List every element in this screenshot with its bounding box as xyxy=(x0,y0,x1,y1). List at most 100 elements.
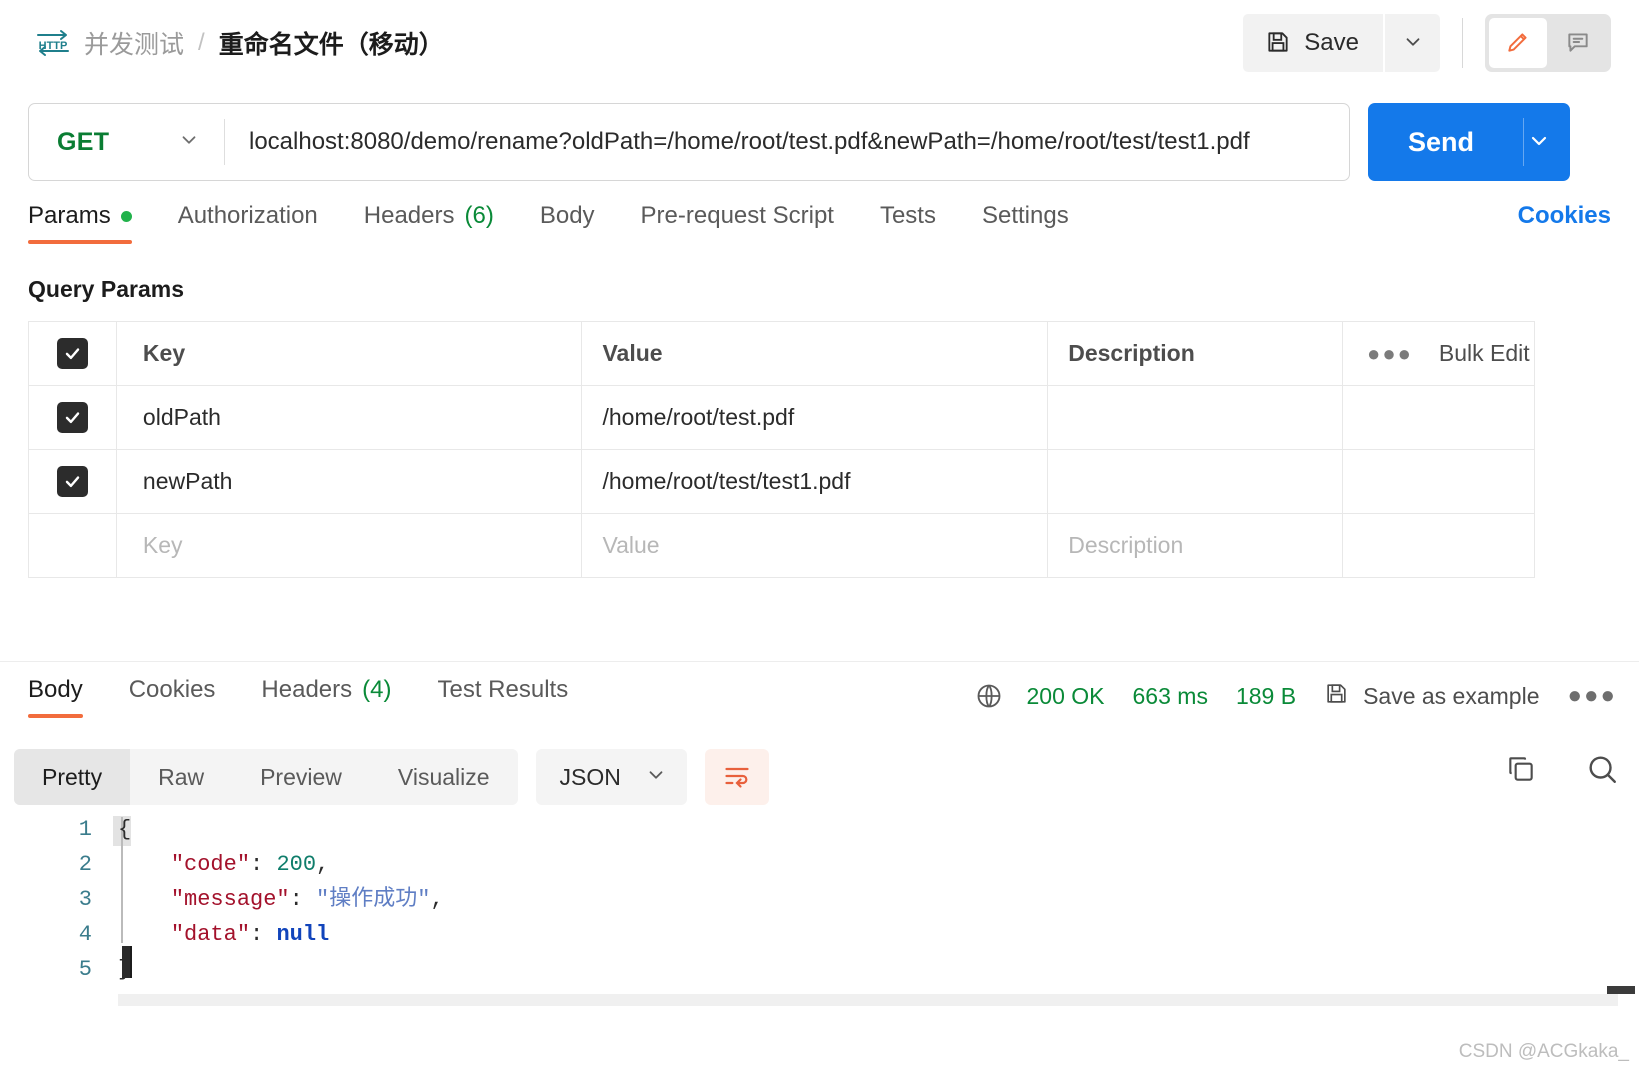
bulk-edit-button[interactable]: Bulk Edit xyxy=(1439,340,1530,367)
code-scroll-corner xyxy=(1607,986,1635,994)
new-param-value-placeholder[interactable]: Value xyxy=(602,532,659,559)
view-mode-segment-group: Pretty Raw Preview Visualize xyxy=(14,749,518,805)
response-format-label: JSON xyxy=(559,763,621,790)
row-checkbox-oldpath[interactable] xyxy=(56,402,88,433)
code-caret xyxy=(130,946,132,978)
header-key-cell: Key xyxy=(115,321,583,386)
view-mode-raw[interactable]: Raw xyxy=(130,749,232,805)
tab-body[interactable]: Body xyxy=(540,202,617,244)
url-input[interactable] xyxy=(225,104,1349,180)
more-horizontal-icon[interactable]: ●●● xyxy=(1568,684,1618,708)
code-token: : xyxy=(250,852,277,877)
url-box: GET xyxy=(28,103,1350,181)
column-header-value: Value xyxy=(602,340,663,366)
postman-request-screen: HTTP 并发测试 / 重命名文件（移动） Save GET localhost… xyxy=(0,0,1639,1069)
copy-button[interactable] xyxy=(1505,753,1537,788)
floppy-disk-icon xyxy=(1265,29,1291,58)
new-param-description-placeholder[interactable]: Description xyxy=(1068,532,1183,559)
select-all-checkbox[interactable] xyxy=(56,338,88,369)
copy-icon xyxy=(1505,753,1537,788)
tab-authorization[interactable]: Authorization xyxy=(178,202,340,244)
view-mode-visualize[interactable]: Visualize xyxy=(370,749,518,805)
word-wrap-icon xyxy=(723,762,751,793)
code-line: "message": "操作成功", xyxy=(118,882,444,917)
tab-pre-request-script[interactable]: Pre-request Script xyxy=(641,202,856,244)
code-horizontal-scrollbar[interactable] xyxy=(118,994,1618,1006)
code-line: { xyxy=(118,812,444,847)
code-token: null xyxy=(276,922,330,947)
response-meta: 200 OK 663 ms 189 B Save as example ●●● xyxy=(975,681,1617,711)
search-icon xyxy=(1585,752,1619,789)
code-token: , xyxy=(316,852,330,877)
code-token: { xyxy=(118,817,132,842)
edit-mode-button[interactable] xyxy=(1489,18,1547,68)
pencil-icon xyxy=(1505,29,1531,58)
code-line: "data": null xyxy=(118,917,444,952)
save-as-example-button[interactable]: Save as example xyxy=(1324,681,1540,711)
save-button-label: Save xyxy=(1304,29,1359,56)
line-number-gutter: 1 2 3 4 5 xyxy=(0,812,112,987)
tab-tests[interactable]: Tests xyxy=(880,202,958,244)
response-format-selector[interactable]: JSON xyxy=(535,749,687,805)
code-token: : xyxy=(250,922,277,947)
code-lines: { "code": 200, "message": "操作成功", "data"… xyxy=(118,812,444,987)
response-divider xyxy=(0,661,1639,662)
save-options-button[interactable] xyxy=(1385,14,1440,72)
new-param-key-placeholder[interactable]: Key xyxy=(143,532,183,559)
response-tab-cookies-label: Cookies xyxy=(128,676,216,703)
chevron-down-icon xyxy=(1402,31,1424,56)
chevron-down-icon xyxy=(178,129,200,156)
tab-authorization-label: Authorization xyxy=(177,202,318,229)
code-token: : xyxy=(289,887,317,912)
param-key[interactable]: newPath xyxy=(143,468,233,495)
globe-icon[interactable] xyxy=(975,682,1003,710)
view-mode-preview[interactable]: Preview xyxy=(232,749,370,805)
header-value-cell: Value xyxy=(581,321,1049,386)
header-divider xyxy=(1462,18,1463,68)
tab-params-label: Params xyxy=(28,202,111,229)
code-vertical-scrollbar[interactable] xyxy=(1619,812,1639,1052)
response-tab-headers-label: Headers xyxy=(261,676,353,703)
breadcrumb-parent[interactable]: 并发测试 xyxy=(84,25,184,61)
code-token: , xyxy=(430,887,444,912)
header-actions: Save xyxy=(1243,14,1611,72)
breadcrumb-separator: / xyxy=(198,29,205,56)
response-tab-headers[interactable]: Headers (4) xyxy=(261,676,413,718)
save-button[interactable]: Save xyxy=(1243,14,1383,72)
response-tab-cookies[interactable]: Cookies xyxy=(129,676,238,718)
line-number: 5 xyxy=(78,957,92,982)
send-options-button[interactable] xyxy=(1508,103,1571,181)
word-wrap-button[interactable] xyxy=(704,749,769,805)
code-token: 200 xyxy=(276,852,317,877)
request-tabs: Params Authorization Headers (6) Body Pr… xyxy=(28,202,1611,254)
request-url-row: GET Send xyxy=(28,103,1571,181)
app-header: HTTP 并发测试 / 重命名文件（移动） Save xyxy=(0,0,1639,86)
response-tab-body[interactable]: Body xyxy=(28,676,105,718)
tab-settings[interactable]: Settings xyxy=(982,202,1091,244)
code-token: "操作成功" xyxy=(316,887,431,912)
method-selector[interactable]: GET xyxy=(29,104,224,180)
tab-headers[interactable]: Headers (6) xyxy=(364,202,516,244)
response-tab-body-label: Body xyxy=(28,676,83,703)
param-value[interactable]: /home/root/test/test1.pdf xyxy=(602,468,850,495)
tab-params[interactable]: Params xyxy=(28,202,154,244)
line-number: 3 xyxy=(78,887,92,912)
tab-headers-count: (6) xyxy=(464,202,494,229)
param-value[interactable]: /home/root/test.pdf xyxy=(602,404,794,431)
param-key[interactable]: oldPath xyxy=(143,404,221,431)
search-button[interactable] xyxy=(1585,752,1619,789)
view-mode-toggle xyxy=(1485,14,1611,72)
query-params-title: Query Params xyxy=(28,276,184,302)
view-mode-pretty[interactable]: Pretty xyxy=(14,749,131,805)
send-button[interactable]: Send xyxy=(1368,103,1509,181)
params-modified-dot xyxy=(120,210,132,222)
row-checkbox-newpath[interactable] xyxy=(56,466,88,497)
comment-button[interactable] xyxy=(1549,18,1607,68)
more-horizontal-icon[interactable]: ●●● xyxy=(1367,342,1413,364)
query-params-table: Key Value Description ●●● Bulk Edit oldP… xyxy=(28,321,1535,578)
response-tab-test-results[interactable]: Test Results xyxy=(437,676,590,718)
cookies-link[interactable]: Cookies xyxy=(1518,202,1611,230)
response-body-code[interactable]: 1 2 3 4 5 { "code": 200, "message": "操作成… xyxy=(0,812,1639,1052)
response-tab-headers-count: (4) xyxy=(362,676,392,703)
